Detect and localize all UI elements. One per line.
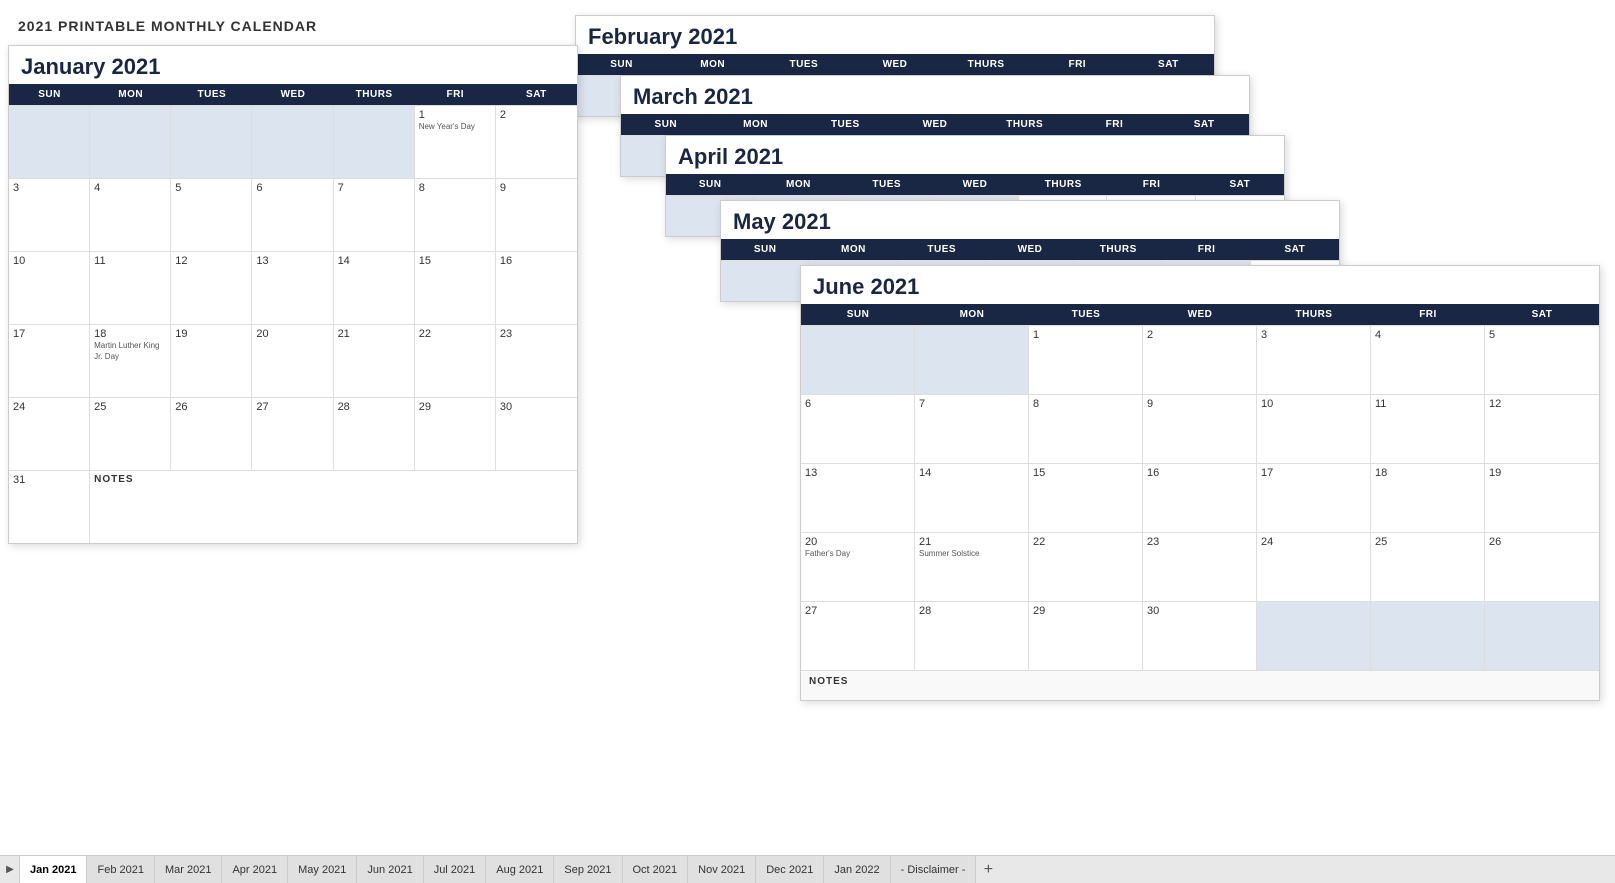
tab-bar: ▶ Jan 2021 Feb 2021 Mar 2021 Apr 2021 Ma… — [0, 855, 1615, 883]
june-header: SUN MON TUES WED THURS FRI SAT — [801, 304, 1599, 325]
april-title: April 2021 — [666, 136, 1284, 174]
jun-tues: TUES — [1029, 304, 1143, 325]
may-header: SUN MON TUES WED THURS FRI SAT — [721, 239, 1339, 260]
may-fri: FRI — [1162, 239, 1250, 260]
jun-sun: SUN — [801, 304, 915, 325]
apr-sat: SAT — [1196, 174, 1284, 195]
january-title: January 2021 — [9, 46, 577, 84]
tab-scroll-left[interactable]: ▶ — [0, 856, 20, 883]
january-header: SUN MON TUES WED THURS FRI SAT — [9, 84, 577, 105]
may-thurs: THURS — [1074, 239, 1162, 260]
tab-jan-2022[interactable]: Jan 2022 — [823, 856, 890, 883]
tab-oct-2021[interactable]: Oct 2021 — [622, 856, 689, 883]
may-title: May 2021 — [721, 201, 1339, 239]
may-sat: SAT — [1251, 239, 1339, 260]
jan-fri: FRI — [415, 84, 496, 105]
jan-sat: SAT — [496, 84, 577, 105]
jan-tues: TUES — [171, 84, 252, 105]
jun-fri: FRI — [1371, 304, 1485, 325]
april-header: SUN MON TUES WED THURS FRI SAT — [666, 174, 1284, 195]
tab-dec-2021[interactable]: Dec 2021 — [755, 856, 824, 883]
march-header: SUN MON TUES WED THURS FRI SAT — [621, 114, 1249, 135]
jun-sat: SAT — [1485, 304, 1599, 325]
tab-nov-2021[interactable]: Nov 2021 — [687, 856, 756, 883]
apr-thurs: THURS — [1019, 174, 1107, 195]
may-wed: WED — [986, 239, 1074, 260]
tab-sep-2021[interactable]: Sep 2021 — [553, 856, 622, 883]
tab-aug-2021[interactable]: Aug 2021 — [485, 856, 554, 883]
january-body: 1New Year's Day 2 3 4 5 6 7 8 9 10 11 12… — [9, 105, 577, 543]
mar-sun: SUN — [621, 114, 711, 135]
june-calendar: June 2021 SUN MON TUES WED THURS FRI SAT… — [800, 265, 1600, 701]
tab-apr-2021[interactable]: Apr 2021 — [221, 856, 288, 883]
february-title: February 2021 — [576, 16, 1214, 54]
mar-fri: FRI — [1070, 114, 1160, 135]
apr-fri: FRI — [1107, 174, 1195, 195]
mar-mon: MON — [711, 114, 801, 135]
apr-tues: TUES — [843, 174, 931, 195]
jan-wed: WED — [252, 84, 333, 105]
feb-thurs: THURS — [941, 54, 1032, 75]
may-mon: MON — [809, 239, 897, 260]
february-header: SUN MON TUES WED THURS FRI SAT — [576, 54, 1214, 75]
jan-mon: MON — [90, 84, 171, 105]
mar-sat: SAT — [1159, 114, 1249, 135]
feb-fri: FRI — [1032, 54, 1123, 75]
jan-thurs: THURS — [334, 84, 415, 105]
apr-sun: SUN — [666, 174, 754, 195]
may-tues: TUES — [898, 239, 986, 260]
jan-sun: SUN — [9, 84, 90, 105]
mar-thurs: THURS — [980, 114, 1070, 135]
mar-wed: WED — [890, 114, 980, 135]
jun-wed: WED — [1143, 304, 1257, 325]
feb-sun: SUN — [576, 54, 667, 75]
feb-sat: SAT — [1123, 54, 1214, 75]
feb-wed: WED — [849, 54, 940, 75]
tab-jun-2021[interactable]: Jun 2021 — [356, 856, 423, 883]
jun-thurs: THURS — [1257, 304, 1371, 325]
june-notes: NOTES — [801, 670, 1599, 700]
main-container: 2021 PRINTABLE MONTHLY CALENDAR February… — [0, 0, 1615, 883]
apr-wed: WED — [931, 174, 1019, 195]
page-title: 2021 PRINTABLE MONTHLY CALENDAR — [18, 18, 317, 34]
tab-jul-2021[interactable]: Jul 2021 — [423, 856, 487, 883]
feb-mon: MON — [667, 54, 758, 75]
tab-jan-2021[interactable]: Jan 2021 — [19, 856, 87, 883]
tab-feb-2021[interactable]: Feb 2021 — [86, 856, 154, 883]
tab-add-button[interactable]: + — [976, 856, 1000, 883]
january-calendar: January 2021 SUN MON TUES WED THURS FRI … — [8, 45, 578, 544]
march-title: March 2021 — [621, 76, 1249, 114]
jun-mon: MON — [915, 304, 1029, 325]
feb-tues: TUES — [758, 54, 849, 75]
tab-may-2021[interactable]: May 2021 — [287, 856, 357, 883]
mar-tues: TUES — [800, 114, 890, 135]
june-title: June 2021 — [801, 266, 1599, 304]
apr-mon: MON — [754, 174, 842, 195]
tab-disclaimer[interactable]: - Disclaimer - — [890, 856, 977, 883]
june-body: 1 2 3 4 5 6 7 8 9 10 11 12 13 14 15 16 — [801, 325, 1599, 700]
tab-mar-2021[interactable]: Mar 2021 — [154, 856, 222, 883]
may-sun: SUN — [721, 239, 809, 260]
